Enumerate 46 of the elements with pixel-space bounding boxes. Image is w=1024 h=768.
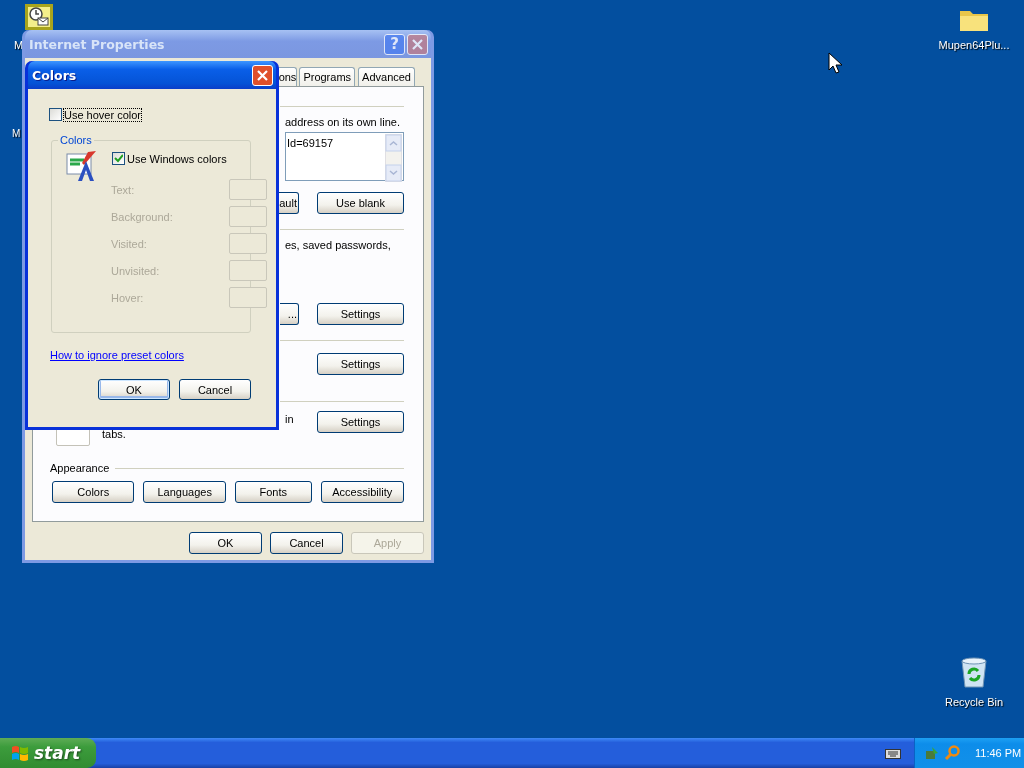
button[interactable]: Cancel (179, 379, 251, 400)
window-title: Internet Properties (29, 36, 165, 52)
button[interactable]: Settings (317, 353, 404, 375)
checkbox[interactable] (112, 152, 125, 165)
button[interactable]: Accessibility (320, 481, 404, 503)
group-title: Colors (58, 134, 94, 146)
button[interactable]: Use blank (317, 192, 404, 214)
checkbox-label[interactable]: Use hover color (64, 108, 142, 121)
icon-label[interactable]: M (12, 128, 21, 139)
button[interactable]: Fonts (234, 481, 312, 503)
color-label: Hover: (111, 291, 144, 304)
color-label: Unvisited: (111, 264, 160, 277)
checkbox-label[interactable]: Use Windows colors (127, 152, 227, 165)
start-button[interactable]: start (0, 738, 96, 768)
icon-label[interactable]: M (14, 39, 24, 51)
description-text: in (285, 413, 295, 425)
window-title: Colors (32, 67, 77, 83)
color-label: Visited: (111, 237, 147, 250)
keyboard-icon (885, 747, 901, 759)
color-label: Background: (111, 210, 173, 223)
help-link[interactable]: How to ignore preset colors (50, 349, 184, 361)
checkbox[interactable] (49, 108, 62, 121)
scrollbar (385, 134, 402, 182)
button[interactable]: ... (279, 303, 299, 325)
section-title: Appearance (50, 462, 110, 474)
button[interactable]: Colors (52, 481, 135, 503)
clock-time: 11:46 PM (975, 747, 1022, 759)
description-text: address on its own line. (285, 116, 400, 128)
cursor-icon (828, 52, 842, 74)
color-label: Text: (111, 183, 135, 196)
icon-label[interactable]: Recycle Bin (944, 696, 1004, 708)
windows-logo-icon (11, 744, 29, 762)
search-icon (944, 745, 960, 761)
url-field[interactable]: Id=69157 (285, 132, 404, 181)
description-text: es, saved passwords, (285, 239, 391, 251)
description-text: tabs. (102, 428, 127, 440)
icon-label[interactable]: Mupen64Plu... (938, 39, 1010, 51)
check-icon (114, 154, 123, 163)
close-button[interactable] (252, 64, 273, 86)
scheduled-task-icon (25, 4, 53, 30)
button[interactable]: Settings (317, 411, 404, 433)
button[interactable]: Languages (143, 481, 226, 503)
recycle-bin-icon (959, 656, 989, 688)
button[interactable]: OK (98, 379, 170, 400)
button[interactable]: Settings (317, 303, 404, 325)
network-icon (924, 745, 940, 761)
